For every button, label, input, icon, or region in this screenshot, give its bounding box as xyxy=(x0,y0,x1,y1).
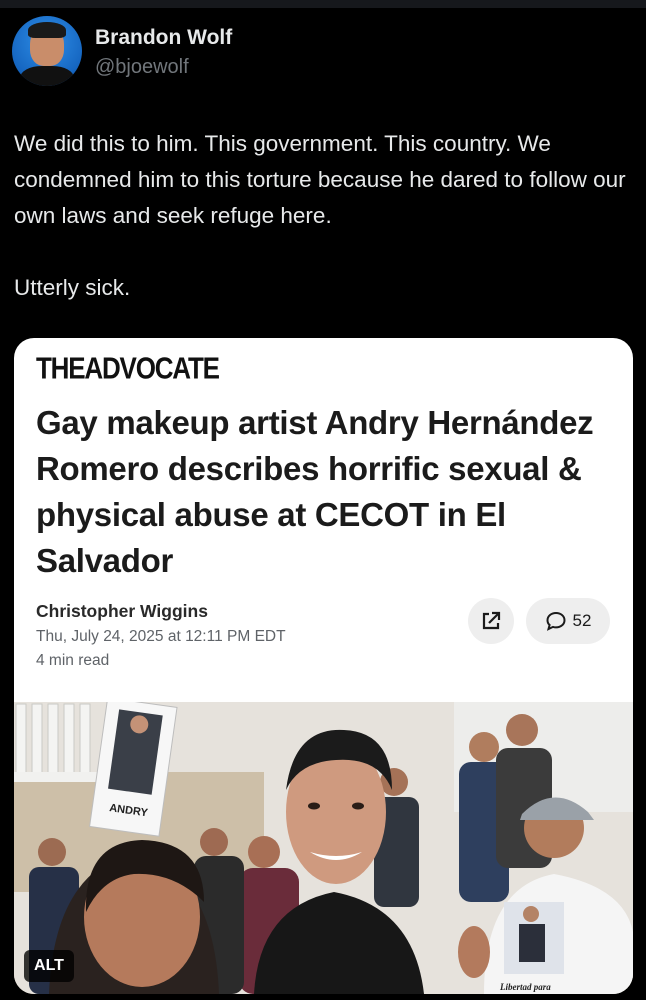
article-date: Thu, July 24, 2025 at 12:11 PM EDT xyxy=(36,628,286,645)
comment-count: 52 xyxy=(572,611,592,630)
shirt-text: Libertad para xyxy=(499,982,551,992)
post-text: We did this to him. This government. Thi… xyxy=(14,131,626,300)
article-photo[interactable]: ANDRY Libertad para ALT xyxy=(14,702,633,994)
post-header: Brandon Wolf @bjoewolf xyxy=(12,16,632,88)
comments-button[interactable]: 52 xyxy=(526,598,610,644)
author-name[interactable]: Brandon Wolf xyxy=(95,26,232,50)
top-bar xyxy=(0,0,646,8)
alt-badge[interactable]: ALT xyxy=(24,950,74,982)
avatar[interactable] xyxy=(12,16,82,86)
speech-bubble-icon xyxy=(546,611,566,631)
article-headline[interactable]: Gay makeup artist Andry Hernández Romero… xyxy=(36,400,596,584)
article-author[interactable]: Christopher Wiggins xyxy=(36,601,208,622)
share-external-icon xyxy=(482,611,501,630)
avatar-hair xyxy=(28,22,66,38)
link-card[interactable]: THEADVOCATE Gay makeup artist Andry Hern… xyxy=(14,338,633,994)
read-time: 4 min read xyxy=(36,652,110,669)
publication-logo: THEADVOCATE xyxy=(36,350,220,386)
share-button[interactable] xyxy=(468,598,514,644)
crowd-photo: ANDRY Libertad para xyxy=(14,702,633,994)
avatar-shirt xyxy=(20,66,74,86)
author-handle[interactable]: @bjoewolf xyxy=(95,56,189,79)
